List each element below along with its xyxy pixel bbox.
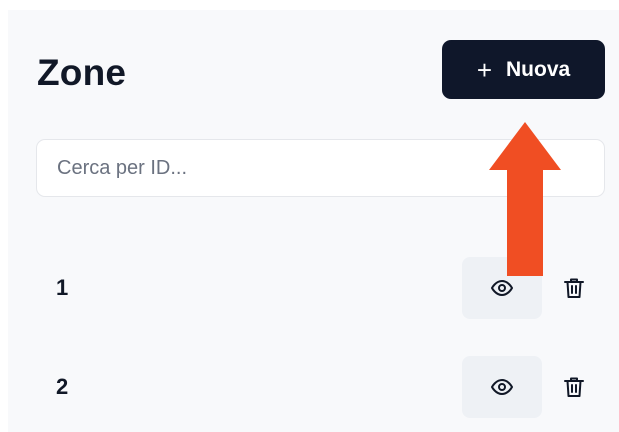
- trash-icon: [564, 278, 584, 298]
- delete-button[interactable]: [554, 356, 594, 418]
- table-row: 2: [36, 356, 605, 418]
- trash-icon: [564, 377, 584, 397]
- eye-icon: [491, 379, 513, 395]
- new-zone-button[interactable]: + Nuova: [442, 40, 605, 99]
- new-button-label: Nuova: [506, 57, 571, 81]
- eye-icon: [491, 280, 513, 296]
- zone-id: 2: [56, 374, 69, 399]
- page-title: Zone: [37, 52, 127, 93]
- view-button[interactable]: [462, 356, 542, 418]
- zone-id: 1: [56, 275, 69, 300]
- plus-icon: +: [476, 54, 492, 85]
- annotation-arrow: [489, 122, 561, 276]
